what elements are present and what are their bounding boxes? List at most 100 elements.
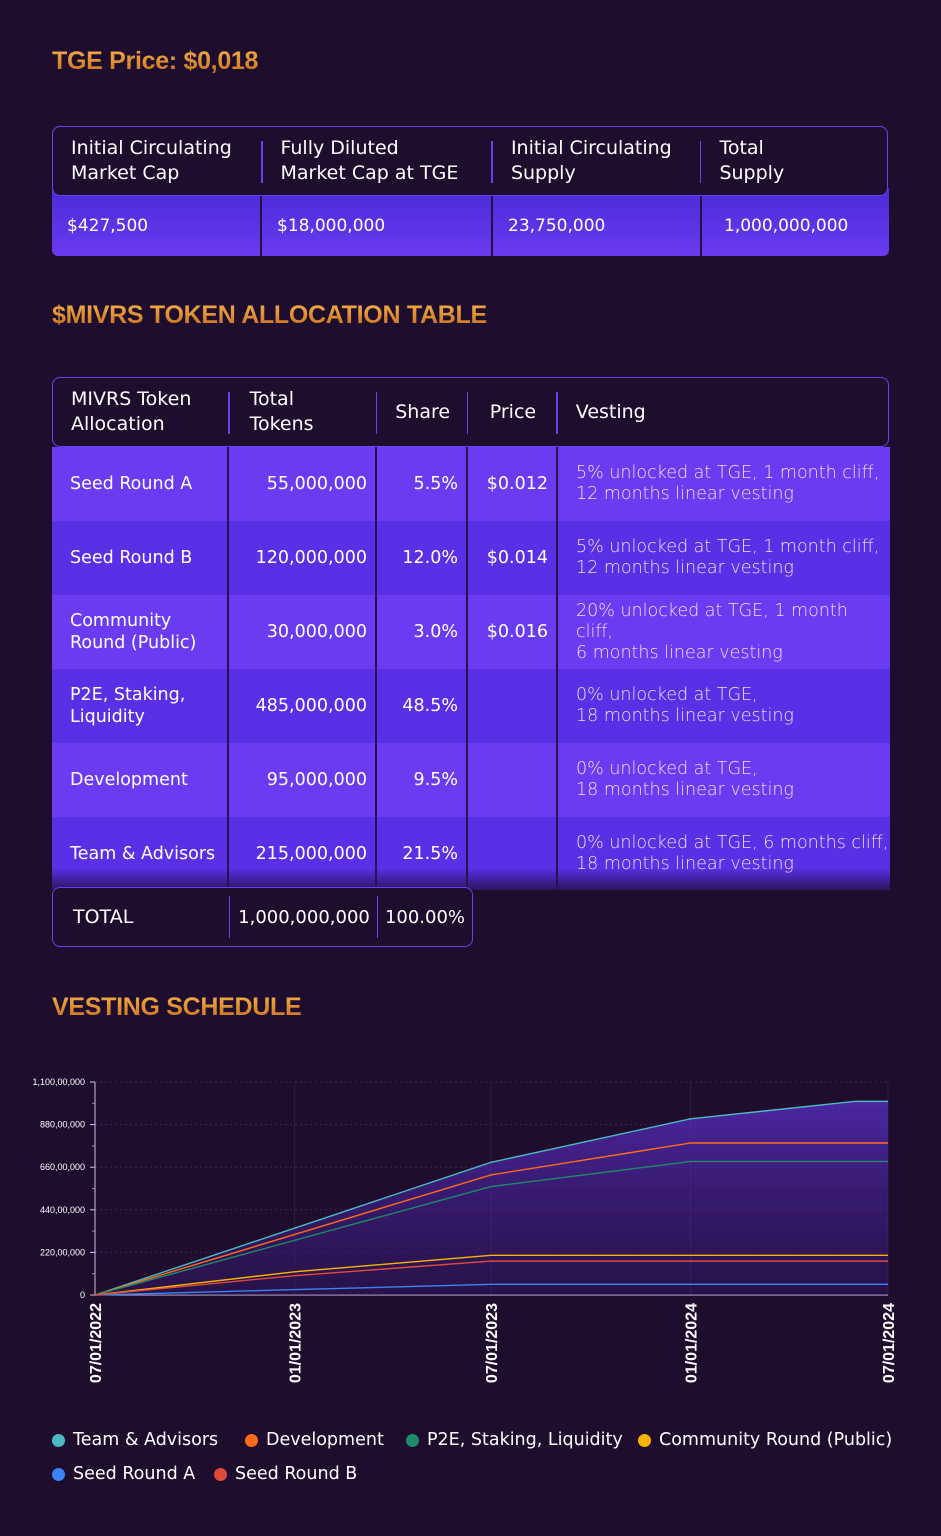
legend-swatch [52,1467,65,1481]
row-price: $0.014 [468,521,558,595]
value-initial-market-cap: $427,500 [52,196,262,256]
row-share: 5.5% [377,447,468,521]
total-tokens: 1,000,000,000 [230,888,378,946]
vesting-chart: 0 220,00,000 440,00,000 660,00,000 880,00,00… [32,1077,898,1383]
legend-item[interactable]: Seed Round B [214,1464,357,1484]
market-stats-values: $427,500 $18,000,000 23,750,000 1,000,00… [52,188,889,256]
row-tokens: 55,000,000 [229,447,377,521]
text-lines: 0% unlocked at TGE, 6 months cliff, 18 m… [576,832,889,874]
row-tokens: 30,000,000 [229,595,377,669]
row-vesting: 0% unlocked at TGE, 18 months linear ves… [558,743,889,817]
legend-item[interactable]: Development [245,1430,384,1450]
row-price [468,817,558,890]
legend-item[interactable]: P2E, Staking, Liquidity [406,1430,623,1450]
text-lines: 0% unlocked at TGE, 18 months linear ves… [576,759,794,800]
row-name: Seed Round B [52,521,229,595]
series-area [95,1101,888,1295]
table-row: Development 95,000,000 9.5% 0% unlocked … [52,743,890,817]
text-lines: Fully Diluted Market Cap at TGE [280,137,459,184]
text-lines: Initial Circulating Supply [510,137,672,184]
x-tick-label: 01/01/2024 [684,1303,701,1383]
header-total-tokens: Total Tokens [230,378,378,446]
allocation-total-row: TOTAL 1,000,000,000 100.00% [52,887,473,947]
x-tick-label: 07/01/2023 [484,1303,501,1383]
row-name: Seed Round A [52,447,229,521]
row-share: 12.0% [377,521,468,595]
text-lines: Total Tokens [249,388,314,435]
tge-price-heading: TGE Price: $0,018 [52,47,259,75]
vesting-heading: VESTING SCHEDULE [52,993,302,1021]
legend-swatch [406,1433,419,1447]
row-name: Development [52,743,229,817]
row-tokens: 120,000,000 [229,521,377,595]
row-name: P2E, Staking, Liquidity [52,669,229,743]
legend-item[interactable]: Seed Round A [52,1464,195,1484]
text-lines: MIVRS Token Allocation [71,388,192,435]
row-vesting: 0% unlocked at TGE, 6 months cliff, 18 m… [558,817,889,890]
table-row: P2E, Staking, Liquidity 485,000,000 48.5… [52,669,890,743]
row-price: $0.012 [468,447,558,521]
allocation-heading: $MIVRS TOKEN ALLOCATION TABLE [52,301,487,329]
legend-label: Seed Round A [73,1464,196,1484]
total-share: 100.00% [384,906,466,928]
row-name: Team & Advisors [52,817,229,890]
row-share: 9.5% [377,743,468,817]
y-tick-label: 1,100,00,000 [32,1077,85,1087]
table-row: Seed Round A 55,000,000 5.5% $0.012 5% u… [52,447,890,521]
value-total-supply: 1,000,000,000 [724,216,849,236]
legend-swatch [52,1433,65,1447]
text-lines: Community Round (Public) [70,611,197,653]
row-price [468,669,558,743]
legend-label: Seed Round B [235,1464,358,1484]
row-vesting: 0% unlocked at TGE, 18 months linear ves… [558,669,889,743]
header-initial-supply: Initial Circulating Supply [493,127,702,195]
row-vesting: 5% unlocked at TGE, 1 month cliff, 12 mo… [558,447,889,521]
legend-label: P2E, Staking, Liquidity [427,1430,623,1450]
row-share: 3.0% [377,595,468,669]
text-lines: 5% unlocked at TGE, 1 month cliff, 12 mo… [576,537,880,578]
legend-swatch [214,1467,227,1481]
row-price [468,743,558,817]
header-initial-market-cap: Initial Circulating Market Cap [53,127,263,195]
row-vesting: 5% unlocked at TGE, 1 month cliff, 12 mo… [558,521,889,595]
header-price: Price [468,378,558,446]
legend-label: Development [266,1430,384,1450]
row-price: $0.016 [468,595,558,669]
text-lines: 0% unlocked at TGE, 18 months linear ves… [576,685,794,726]
y-tick-label: 660,00,000 [40,1162,85,1172]
header-total-supply: Total Supply [701,127,887,195]
y-tick-label: 880,00,000 [40,1120,85,1130]
text-lines: Initial Circulating Market Cap [71,137,232,184]
market-stats-header: Initial Circulating Market Cap Fully Dil… [52,126,888,196]
row-share: 21.5% [377,817,468,890]
value-fully-diluted-market-cap: $18,000,000 [262,196,493,256]
text-lines: 5% unlocked at TGE, 1 month cliff, 12 mo… [576,463,880,504]
row-tokens: 215,000,000 [229,817,377,890]
row-name: Community Round (Public) [52,595,229,669]
x-tick-label: 07/01/2022 [88,1303,105,1383]
header-fully-diluted-market-cap: Fully Diluted Market Cap at TGE [263,127,494,195]
text-lines: Total Supply [719,137,785,184]
x-tick-label: 07/01/2024 [881,1303,898,1383]
allocation-header: MIVRS Token Allocation Total Tokens Shar… [52,377,889,447]
legend-swatch [638,1433,651,1447]
row-share: 48.5% [377,669,468,743]
allocation-rows: Seed Round A 55,000,000 5.5% $0.012 5% u… [52,447,890,890]
y-tick-label: 220,00,000 [40,1247,85,1257]
row-vesting: 20% unlocked at TGE, 1 month cliff, 6 mo… [558,595,889,669]
text-lines: 20% unlocked at TGE, 1 month cliff, 6 mo… [576,600,848,663]
total-label: TOTAL [53,888,230,946]
legend-swatch [245,1433,258,1447]
y-tick-label: 0 [80,1290,85,1300]
legend-item[interactable]: Community Round (Public) [638,1430,892,1450]
header-vesting: Vesting [575,400,646,423]
legend-item[interactable]: Team & Advisors [52,1430,218,1450]
legend-label: Team & Advisors [73,1430,219,1450]
x-tick-label: 01/01/2023 [288,1303,305,1383]
table-row: Community Round (Public) 30,000,000 3.0%… [52,595,890,669]
market-stats-table: Initial Circulating Market Cap Fully Dil… [52,126,889,256]
y-tick-label: 440,00,000 [40,1205,85,1215]
legend-label: Community Round (Public) [659,1430,893,1450]
value-initial-supply: 23,750,000 [493,196,702,256]
row-tokens: 485,000,000 [229,669,377,743]
